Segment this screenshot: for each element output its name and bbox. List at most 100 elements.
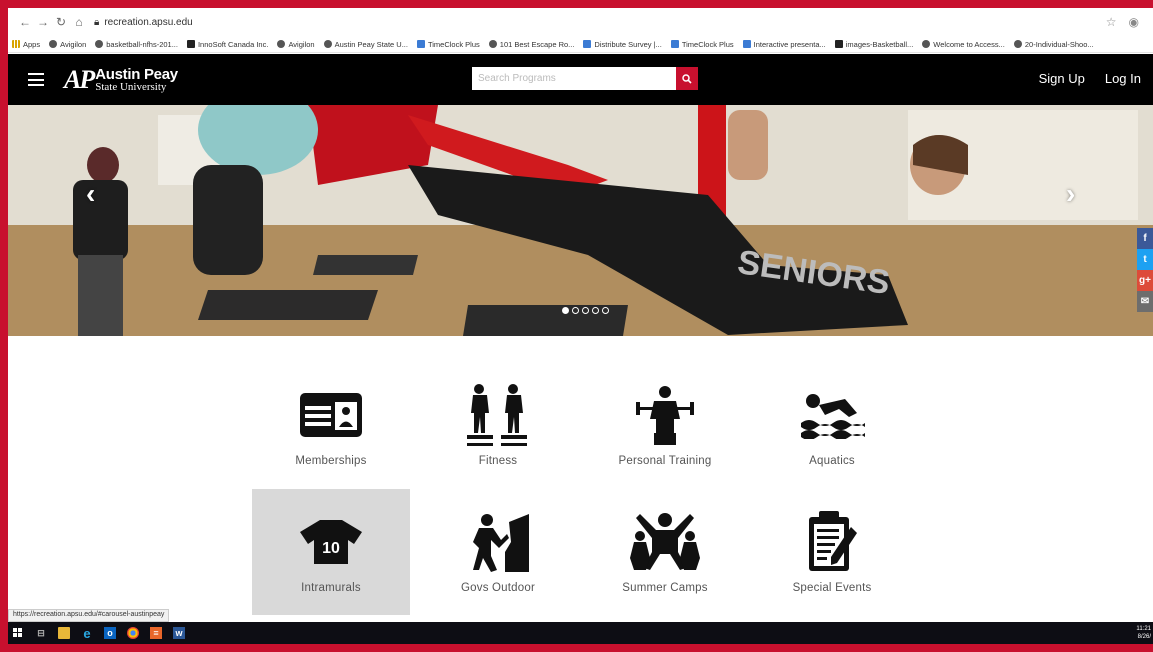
- bookmark-item[interactable]: Avigilon: [49, 40, 86, 49]
- google-plus-icon[interactable]: g+: [1137, 270, 1153, 291]
- program-label: Aquatics: [809, 455, 855, 467]
- carousel-dot[interactable]: [562, 307, 569, 314]
- fitness-icon: [467, 384, 527, 446]
- swimmer-icon: [801, 394, 865, 439]
- star-icon[interactable]: ☆: [1106, 15, 1117, 29]
- outlook-icon[interactable]: o: [104, 627, 116, 639]
- search-icon: [682, 73, 692, 84]
- reload-icon[interactable]: ↻: [52, 15, 70, 29]
- forward-icon[interactable]: →: [34, 15, 52, 29]
- carousel-next-icon[interactable]: ›: [1066, 178, 1075, 210]
- program-tile-memberships[interactable]: Memberships: [252, 362, 410, 488]
- carousel-prev-icon[interactable]: ‹: [86, 178, 95, 210]
- jersey-number: 10: [322, 540, 340, 557]
- bookmark-item[interactable]: 20-Individual-Shoo...: [1013, 40, 1094, 49]
- globe-icon: [323, 40, 332, 48]
- bookmark-item[interactable]: Avigilon: [277, 40, 315, 49]
- timeclock-icon: [416, 40, 425, 48]
- bookmark-item[interactable]: TimeClock Plus: [416, 40, 480, 49]
- globe-icon: [95, 40, 104, 48]
- program-tile-summer-camps[interactable]: Summer Camps: [586, 489, 744, 615]
- profile-icon[interactable]: ◉: [1129, 15, 1139, 29]
- program-tile-intramurals[interactable]: 10 Intramurals: [252, 489, 410, 615]
- logo-mark: AP: [64, 64, 95, 94]
- chrome-icon[interactable]: [127, 627, 139, 639]
- timeclock-icon: [670, 40, 679, 48]
- email-icon[interactable]: ✉: [1137, 291, 1153, 312]
- apsu-logo[interactable]: AP Austin Peay State University: [64, 64, 178, 94]
- bookmark-item[interactable]: Interactive presenta...: [742, 40, 826, 49]
- lock-icon: 🔒︎: [94, 16, 100, 28]
- program-label: Personal Training: [618, 455, 712, 467]
- globe-icon: [49, 40, 58, 48]
- program-label: Fitness: [478, 455, 518, 467]
- bookmark-item[interactable]: Austin Peay State U...: [323, 40, 408, 49]
- address-bar: ← → ↻ ⌂ 🔒︎ recreation.apsu.edu ☆ ◉: [8, 8, 1153, 36]
- presentation-icon: [742, 40, 751, 48]
- program-tile-aquatics[interactable]: Aquatics: [753, 362, 911, 488]
- browser-window: ← → ↻ ⌂ 🔒︎ recreation.apsu.edu ☆ ◉ Apps …: [8, 8, 1153, 622]
- bookmark-apps[interactable]: Apps: [12, 40, 40, 49]
- bookmark-item[interactable]: 101 Best Escape Ro...: [488, 40, 574, 49]
- windows-start-icon[interactable]: [12, 627, 24, 639]
- internet-explorer-icon[interactable]: e: [81, 626, 93, 641]
- carousel-dot[interactable]: [592, 307, 599, 314]
- url-field[interactable]: 🔒︎ recreation.apsu.edu: [94, 17, 193, 28]
- program-label: Memberships: [295, 455, 367, 467]
- carousel-dot[interactable]: [572, 307, 579, 314]
- url-text: recreation.apsu.edu: [104, 16, 193, 28]
- jersey-icon: 10: [300, 520, 362, 564]
- twitter-icon[interactable]: t: [1137, 249, 1153, 270]
- bookmark-item[interactable]: images-Basketball...: [834, 40, 913, 49]
- climber-icon: [473, 514, 529, 572]
- bookmark-item[interactable]: InnoSoft Canada Inc.: [186, 40, 268, 49]
- back-icon[interactable]: ←: [16, 15, 34, 29]
- image-icon: [834, 40, 843, 48]
- carousel-dot[interactable]: [582, 307, 589, 314]
- search-bar: [472, 67, 698, 90]
- globe-icon: [488, 40, 497, 48]
- program-tile-fitness[interactable]: Fitness: [419, 362, 577, 488]
- log-in-link[interactable]: Log In: [1105, 71, 1141, 86]
- apps-icon: [12, 40, 20, 48]
- word-icon[interactable]: w: [173, 627, 185, 639]
- program-label: Summer Camps: [622, 582, 708, 594]
- program-tile-govs-outdoor[interactable]: Govs Outdoor: [419, 489, 577, 615]
- bookmark-item[interactable]: TimeClock Plus: [670, 40, 734, 49]
- sign-up-link[interactable]: Sign Up: [1039, 71, 1085, 86]
- app-icon[interactable]: ≡: [150, 627, 162, 639]
- program-label: Special Events: [792, 582, 872, 594]
- windows-taskbar: ⊟ e o ≡ w 11:21 8/26/: [8, 622, 1153, 644]
- search-button[interactable]: [676, 67, 698, 90]
- globe-icon: [1013, 40, 1022, 48]
- site-header: AP Austin Peay State University Sign Up …: [8, 54, 1153, 105]
- status-bar-url: https://recreation.apsu.edu/#carousel-au…: [8, 609, 170, 622]
- taskbar-clock[interactable]: 11:21 8/26/: [1136, 625, 1153, 641]
- program-label: Govs Outdoor: [461, 582, 535, 594]
- bookmark-item[interactable]: Distribute Survey |...: [583, 40, 662, 49]
- clipboard-icon: [809, 511, 857, 571]
- logo-line2: State University: [95, 80, 167, 93]
- kids-icon: [630, 513, 700, 570]
- globe-icon: [922, 40, 931, 48]
- personal-training-icon: [636, 386, 694, 445]
- program-tile-special-events[interactable]: Special Events: [753, 489, 911, 615]
- social-share-bar: f t g+ ✉: [1137, 228, 1153, 312]
- id-card-icon: [300, 393, 362, 437]
- program-label: Intramurals: [301, 582, 361, 594]
- carousel-dot[interactable]: [602, 307, 609, 314]
- globe-icon: [277, 40, 286, 48]
- carousel-slide-image: SENIORS: [8, 105, 1153, 336]
- search-input[interactable]: [472, 67, 676, 90]
- program-tile-personal-training[interactable]: Personal Training: [586, 362, 744, 488]
- bookmarks-bar: Apps Avigilon basketball-nfhs-201... Inn…: [8, 36, 1153, 53]
- innosoft-icon: [186, 40, 195, 48]
- facebook-icon[interactable]: f: [1137, 228, 1153, 249]
- task-view-icon[interactable]: ⊟: [35, 627, 47, 639]
- menu-icon[interactable]: [28, 73, 44, 86]
- bookmark-item[interactable]: basketball-nfhs-201...: [95, 40, 178, 49]
- bookmark-item[interactable]: Welcome to Access...: [922, 40, 1005, 49]
- xm-icon: [583, 40, 592, 48]
- home-icon[interactable]: ⌂: [70, 15, 88, 29]
- file-explorer-icon[interactable]: [58, 627, 70, 639]
